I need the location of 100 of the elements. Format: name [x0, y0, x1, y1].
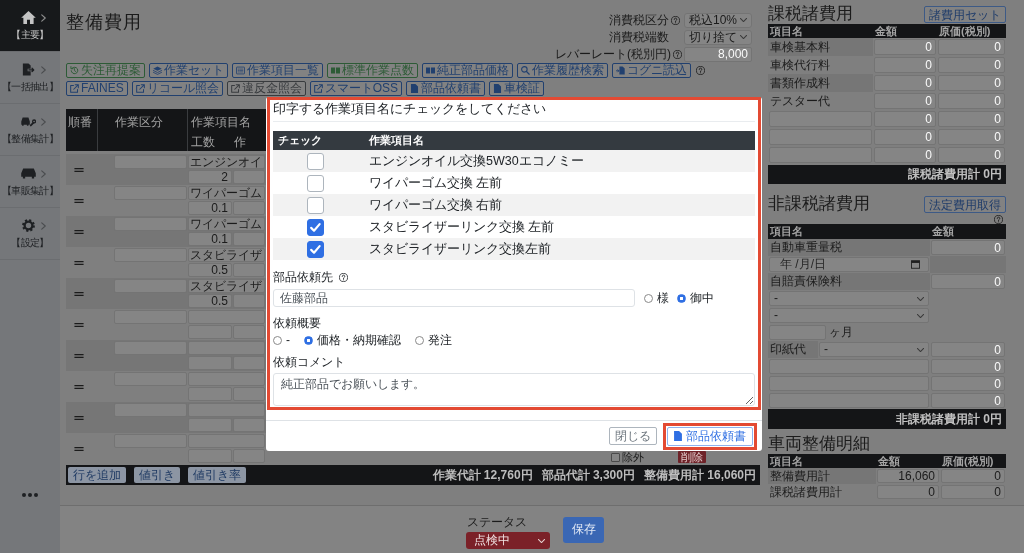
hours-input[interactable]: 0.1	[188, 201, 232, 215]
amount-input[interactable]: 0	[931, 359, 1005, 374]
radio-button[interactable]	[677, 293, 686, 303]
select-field[interactable]: 税込10%	[684, 12, 752, 28]
drag-handle-icon[interactable]	[74, 291, 84, 296]
toolbar-button[interactable]: 作業項目一覧	[232, 63, 323, 78]
amount-input[interactable]: 0	[874, 111, 936, 127]
comment-textarea[interactable]: 純正部品でお願いします。	[273, 373, 755, 406]
work-item-input[interactable]: エンジンオイ	[188, 155, 265, 169]
cost-input[interactable]: 0	[938, 39, 1005, 55]
drag-handle-icon[interactable]	[74, 353, 84, 358]
radio-button[interactable]	[273, 335, 282, 345]
work-item-input[interactable]	[188, 310, 265, 324]
amount-input[interactable]: 0	[877, 485, 939, 499]
work-item-input[interactable]: スタビライザ	[188, 248, 265, 262]
cost-input[interactable]: 0	[938, 111, 1005, 127]
supplier-input[interactable]: 佐藤部品	[273, 289, 635, 307]
checkbox[interactable]	[307, 196, 324, 214]
amount-input[interactable]: 16,060	[877, 469, 939, 483]
cost-input[interactable]: 0	[938, 57, 1005, 73]
checkbox[interactable]	[307, 240, 324, 258]
drag-handle-icon[interactable]	[74, 384, 84, 389]
select-field[interactable]: 切り捨て	[684, 29, 752, 45]
sidebar-item[interactable]: 【設定】	[0, 208, 60, 260]
table-input[interactable]	[233, 325, 265, 339]
table-input[interactable]	[233, 356, 265, 370]
toolbar-button[interactable]: 車検証	[489, 81, 545, 96]
drag-handle-icon[interactable]	[74, 229, 84, 234]
drag-handle-icon[interactable]	[74, 260, 84, 265]
radio-button[interactable]	[644, 293, 653, 303]
cost-input[interactable]: 0	[941, 485, 1005, 499]
table-input[interactable]	[233, 201, 265, 215]
work-item-input[interactable]	[188, 403, 265, 417]
save-button[interactable]: 保存	[563, 516, 604, 543]
select-field[interactable]: -	[769, 308, 929, 323]
amount-input[interactable]: 0	[874, 39, 936, 55]
cost-input[interactable]: 0	[938, 129, 1005, 145]
amount-input[interactable]: 0	[874, 75, 936, 91]
toolbar-button[interactable]: 純正部品価格	[422, 63, 513, 78]
name-input[interactable]	[769, 393, 929, 408]
cost-input[interactable]: 0	[941, 469, 1005, 483]
cost-input[interactable]: 0	[938, 75, 1005, 91]
hours-input[interactable]: 0.5	[188, 263, 232, 277]
toolbar-button[interactable]: 違反金照会	[226, 81, 306, 96]
amount-input[interactable]: 0	[874, 93, 936, 109]
amount-input[interactable]: 0	[931, 376, 1005, 391]
table-input[interactable]	[233, 232, 265, 246]
checkbox[interactable]	[307, 218, 324, 236]
work-item-input[interactable]	[188, 341, 265, 355]
help-icon[interactable]	[673, 49, 682, 59]
toolbar-button[interactable]: 部品依頼書	[406, 81, 486, 96]
dialog-button[interactable]: 部品依頼書	[667, 426, 753, 446]
table-input[interactable]	[233, 387, 265, 401]
table-input[interactable]	[233, 263, 265, 277]
select-field[interactable]: -	[769, 291, 929, 306]
amount-input[interactable]: 0	[931, 393, 1005, 408]
checkbox[interactable]	[307, 174, 324, 192]
checkbox[interactable]	[307, 152, 324, 170]
sidebar-item[interactable]: 【整備集計】	[0, 104, 60, 156]
radio-button[interactable]	[415, 335, 424, 345]
work-item-input[interactable]: ワイパーゴム	[188, 186, 265, 200]
drag-handle-icon[interactable]	[74, 198, 84, 203]
toolbar-button[interactable]: 作業履歴検索	[517, 63, 608, 78]
amount-input[interactable]: 0	[874, 147, 936, 163]
hours-input[interactable]: 0.1	[188, 232, 232, 246]
exclude-checkbox[interactable]	[611, 452, 620, 462]
work-item-input[interactable]: スタビライザ	[188, 279, 265, 293]
footer-button[interactable]: 行を追加	[68, 467, 126, 483]
toolbar-button[interactable]: 作業セット	[149, 63, 228, 78]
work-item-input[interactable]	[188, 434, 265, 448]
legal-fee-button[interactable]: 法定費用取得	[924, 195, 1006, 213]
amount-input[interactable]: 0	[931, 274, 1005, 289]
table-input[interactable]	[233, 418, 265, 432]
select-field[interactable]: -	[819, 342, 929, 357]
cost-input[interactable]: 0	[938, 93, 1005, 109]
cost-input[interactable]: 0	[938, 147, 1005, 163]
table-input[interactable]	[233, 170, 265, 184]
help-icon[interactable]	[339, 272, 348, 282]
sidebar-item[interactable]: 【主要】	[0, 0, 60, 52]
toolbar-button[interactable]: スマートOSS	[309, 81, 403, 96]
amount-input[interactable]: 0	[874, 129, 936, 145]
hours-input[interactable]: 0.5	[188, 294, 232, 308]
footer-button[interactable]: 値引き率	[188, 467, 246, 483]
footer-button[interactable]: 値引き	[134, 467, 180, 483]
rate-input[interactable]: 8,000	[684, 46, 752, 62]
help-icon[interactable]	[671, 15, 680, 25]
drag-handle-icon[interactable]	[74, 415, 84, 420]
table-input[interactable]	[233, 294, 265, 308]
work-item-input[interactable]	[188, 372, 265, 386]
toolbar-button[interactable]: FAINES	[66, 81, 128, 96]
sidebar-item[interactable]: 【車販集計】	[0, 156, 60, 208]
dialog-button[interactable]: 閉じる	[609, 427, 657, 445]
amount-input[interactable]: 0	[874, 57, 936, 73]
more-icon[interactable]	[22, 493, 38, 497]
help-icon[interactable]	[696, 66, 705, 75]
drag-handle-icon[interactable]	[74, 322, 84, 327]
radio-button[interactable]	[304, 335, 313, 345]
delete-button[interactable]: 削除	[678, 451, 706, 463]
toolbar-button[interactable]: コグニ読込	[612, 63, 691, 78]
amount-input[interactable]: 0	[931, 342, 1005, 357]
